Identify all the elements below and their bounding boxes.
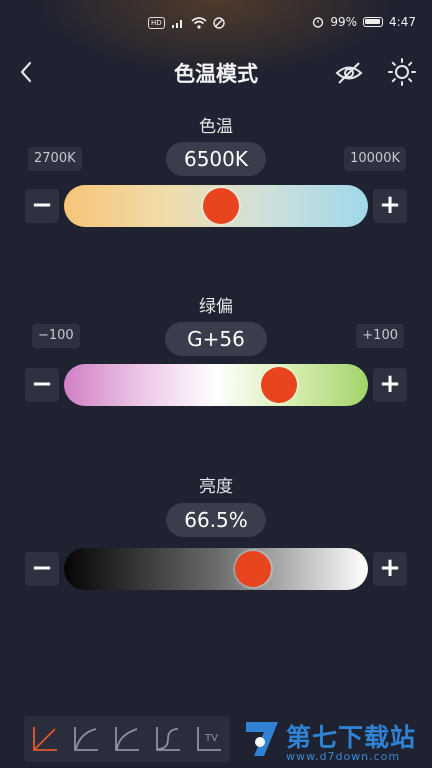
status-time: 4:47: [389, 15, 416, 29]
minus-icon: −: [31, 553, 53, 583]
cct-slider-track[interactable]: [64, 185, 368, 227]
signal-icon: [171, 20, 182, 28]
brightness-label: 亮度: [199, 477, 233, 497]
brightness-minus-button[interactable]: −: [25, 552, 59, 586]
battery-percent: 99%: [330, 15, 358, 29]
no-disturb-icon: [212, 17, 225, 29]
brand-logo-icon: [246, 722, 278, 756]
cct-plus-button[interactable]: +: [373, 189, 407, 223]
cct-min-label: 2700K: [28, 147, 82, 171]
wifi-icon: [191, 17, 207, 29]
brightness-slider-thumb[interactable]: [234, 551, 271, 587]
cct-slider-thumb[interactable]: [203, 188, 240, 224]
page-title: 色温模式: [174, 62, 258, 86]
gm-min-label: −100: [32, 324, 80, 348]
minus-icon: −: [31, 369, 53, 399]
curve-tv-icon[interactable]: TV: [193, 723, 225, 755]
minus-icon: −: [31, 190, 53, 220]
status-bar: HD 99% 4:47: [0, 0, 432, 48]
battery-icon: [363, 17, 384, 27]
cct-label: 色温: [199, 117, 233, 137]
brand-url: www.d7down.com: [286, 750, 401, 763]
status-left: HD: [148, 17, 225, 29]
curve-exp-icon[interactable]: [111, 723, 143, 755]
brightness-slider-track[interactable]: [64, 548, 368, 590]
brightness-plus-button[interactable]: +: [373, 552, 407, 586]
brand-name: 第七下载站: [286, 723, 417, 752]
cct-max-label: 10000K: [344, 147, 406, 171]
header-bar: 色温模式: [0, 52, 432, 94]
curve-tv-label: TV: [204, 733, 218, 744]
gm-minus-button[interactable]: −: [25, 368, 59, 402]
hd-badge: HD: [148, 17, 165, 29]
alarm-icon: [313, 17, 324, 28]
plus-icon: +: [379, 369, 401, 399]
gm-max-label: +100: [356, 324, 404, 348]
watermark-brand: 第七下载站 www.d7down.com: [240, 716, 426, 766]
cct-minus-button[interactable]: −: [25, 189, 59, 223]
brightness-icon[interactable]: [387, 57, 417, 87]
gm-label: 绿偏: [199, 297, 233, 317]
plus-icon: +: [379, 190, 401, 220]
curve-log-icon[interactable]: [70, 723, 102, 755]
curve-selector: TV: [24, 716, 230, 762]
curve-linear-icon[interactable]: [29, 723, 61, 755]
curve-s-icon[interactable]: [152, 723, 184, 755]
gm-plus-button[interactable]: +: [373, 368, 407, 402]
gm-slider-track[interactable]: [64, 364, 368, 406]
status-right: 99% 4:47: [312, 15, 416, 29]
gm-slider-thumb[interactable]: [261, 367, 298, 403]
gm-value[interactable]: G+56: [165, 322, 267, 356]
brightness-value[interactable]: 66.5%: [166, 503, 266, 537]
plus-icon: +: [379, 553, 401, 583]
cct-value[interactable]: 6500K: [166, 142, 266, 176]
eye-off-icon[interactable]: [334, 58, 364, 88]
